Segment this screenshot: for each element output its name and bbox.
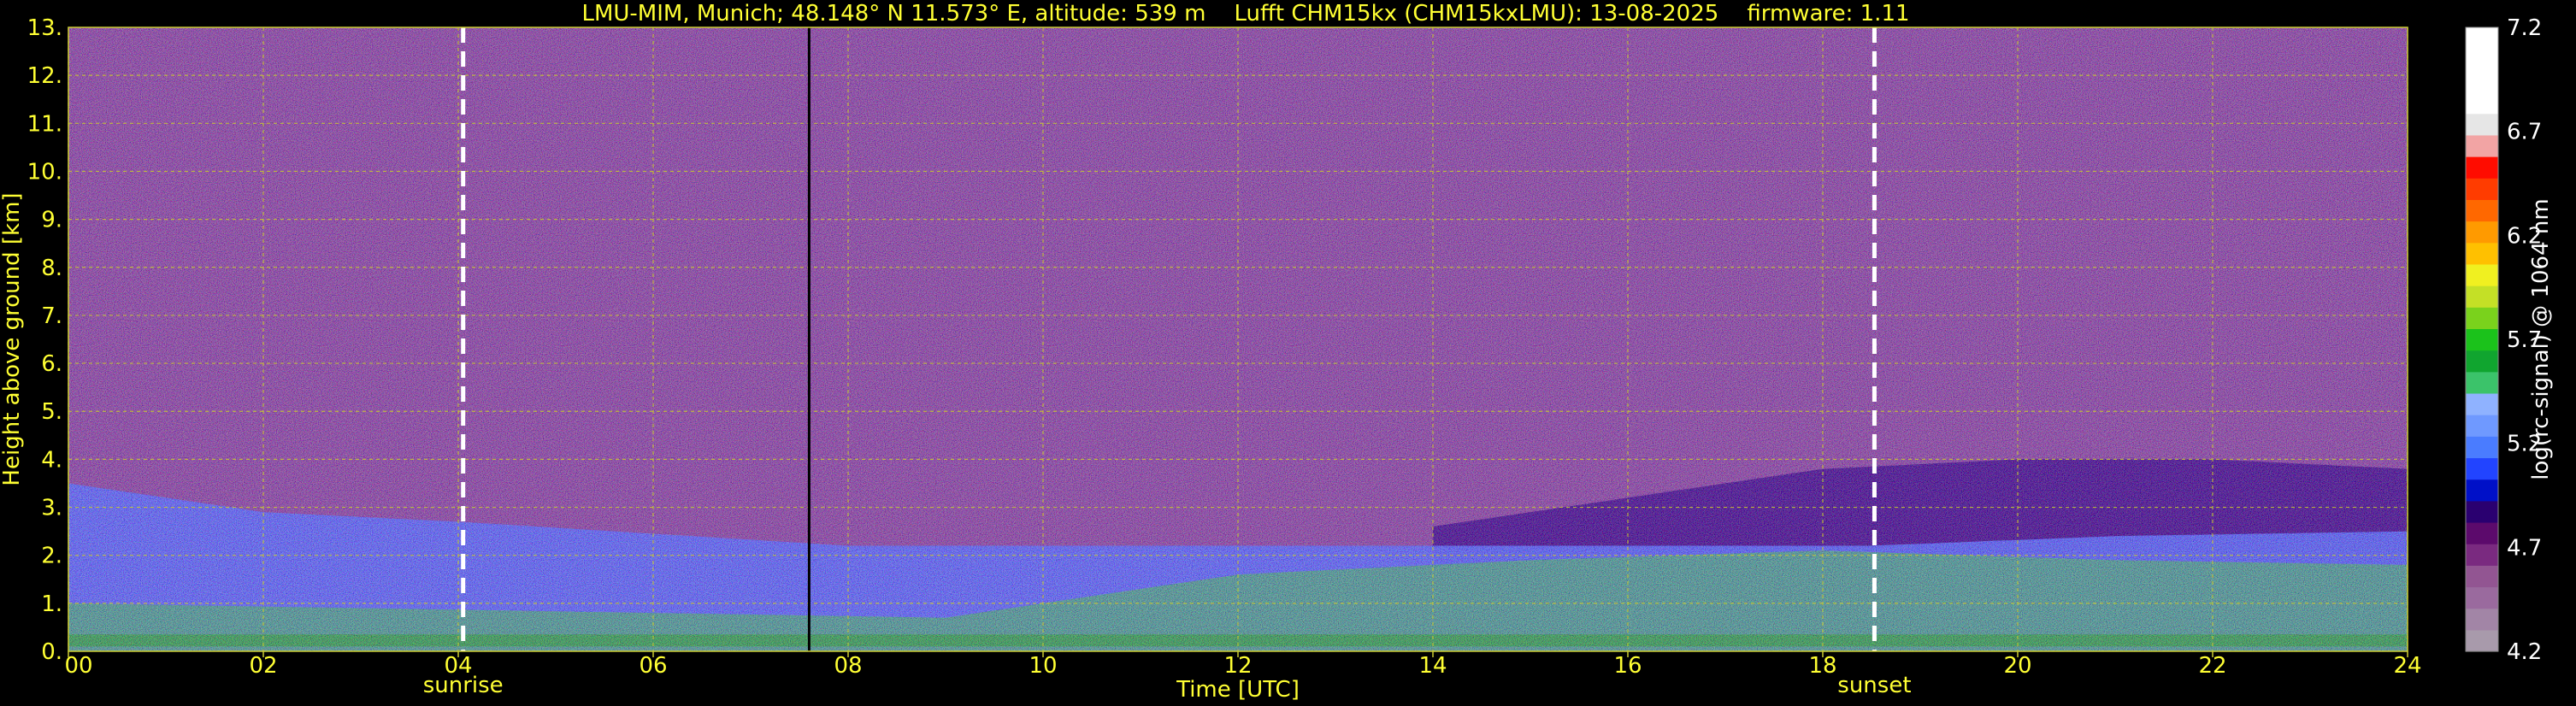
y-tick-label: 10. [27, 159, 62, 185]
colorbar-segment [2466, 415, 2498, 437]
colorbar-segment [2466, 49, 2498, 71]
colorbar-segment [2466, 500, 2498, 523]
colorbar-segment [2466, 608, 2498, 631]
chart-title: LMU-MIM, Munich; 48.148° N 11.573° E, al… [581, 1, 1909, 26]
y-tick-label: 8. [41, 256, 62, 281]
sunset-label: sunset [1837, 673, 1911, 698]
colorbar-segment [2466, 371, 2498, 394]
colorbar-segment [2466, 544, 2498, 566]
colorbar-segment [2466, 221, 2498, 244]
noise-overlay [68, 27, 2408, 651]
colorbar-segment [2466, 307, 2498, 330]
y-tick-label: 2. [41, 544, 62, 569]
colorbar-label: log(rc-signal) @ 1064 nm [2528, 198, 2554, 479]
y-tick-label: 5. [41, 399, 62, 425]
colorbar-tick-label: 4.7 [2507, 535, 2542, 561]
y-tick-label: 11. [27, 111, 62, 137]
y-tick-label: 1. [41, 591, 62, 617]
y-tick-label: 4. [41, 447, 62, 473]
colorbar-segment [2466, 156, 2498, 179]
colorbar-segment [2466, 328, 2498, 351]
y-axis-label: Height above ground [km] [0, 192, 25, 485]
colorbar-segment [2466, 521, 2498, 544]
colorbar-segment [2466, 479, 2498, 502]
y-tick-label: 13. [27, 15, 62, 41]
colorbar-segment [2466, 91, 2498, 115]
colorbar-segment [2466, 436, 2498, 459]
y-tick-label: 6. [41, 351, 62, 377]
y-tick-label: 0. [41, 639, 62, 665]
colorbar-segment [2466, 586, 2498, 609]
colorbar-segment [2466, 27, 2498, 50]
colorbar-segment [2466, 350, 2498, 373]
colorbar-segment [2466, 199, 2498, 222]
y-tick-label: 12. [27, 63, 62, 89]
x-axis-label: Time [UTC] [1176, 677, 1300, 703]
y-tick-label: 9. [41, 208, 62, 233]
colorbar-tick-label: 6.7 [2507, 120, 2542, 145]
colorbar-segment [2466, 457, 2498, 480]
colorbar-segment [2466, 629, 2498, 652]
colorbar-segment [2466, 113, 2498, 136]
colorbar-segment [2466, 263, 2498, 286]
colorbar-segment [2466, 565, 2498, 588]
colorbar-segment [2466, 134, 2498, 157]
y-axis: 0. 1. 2. 3. 4. 5. 6. 7. 8. 9. 10. 11. 12. 13. [27, 15, 62, 665]
colorbar-segment [2466, 178, 2498, 200]
colorbar-segment [2466, 392, 2498, 415]
colorbar-tick-label: 4.2 [2507, 639, 2542, 665]
ceilometer-chart: LMU-MIM, Munich; 48.148° N 11.573° E, al… [0, 1, 2554, 703]
colorbar-segment [2466, 242, 2498, 265]
colorbar-tick-label: 7.2 [2507, 15, 2542, 41]
colorbar-segment [2466, 70, 2498, 93]
y-tick-label: 3. [41, 496, 62, 521]
y-tick-label: 7. [41, 303, 62, 329]
plot-area [68, 26, 2408, 652]
colorbar-segment [2466, 285, 2498, 308]
